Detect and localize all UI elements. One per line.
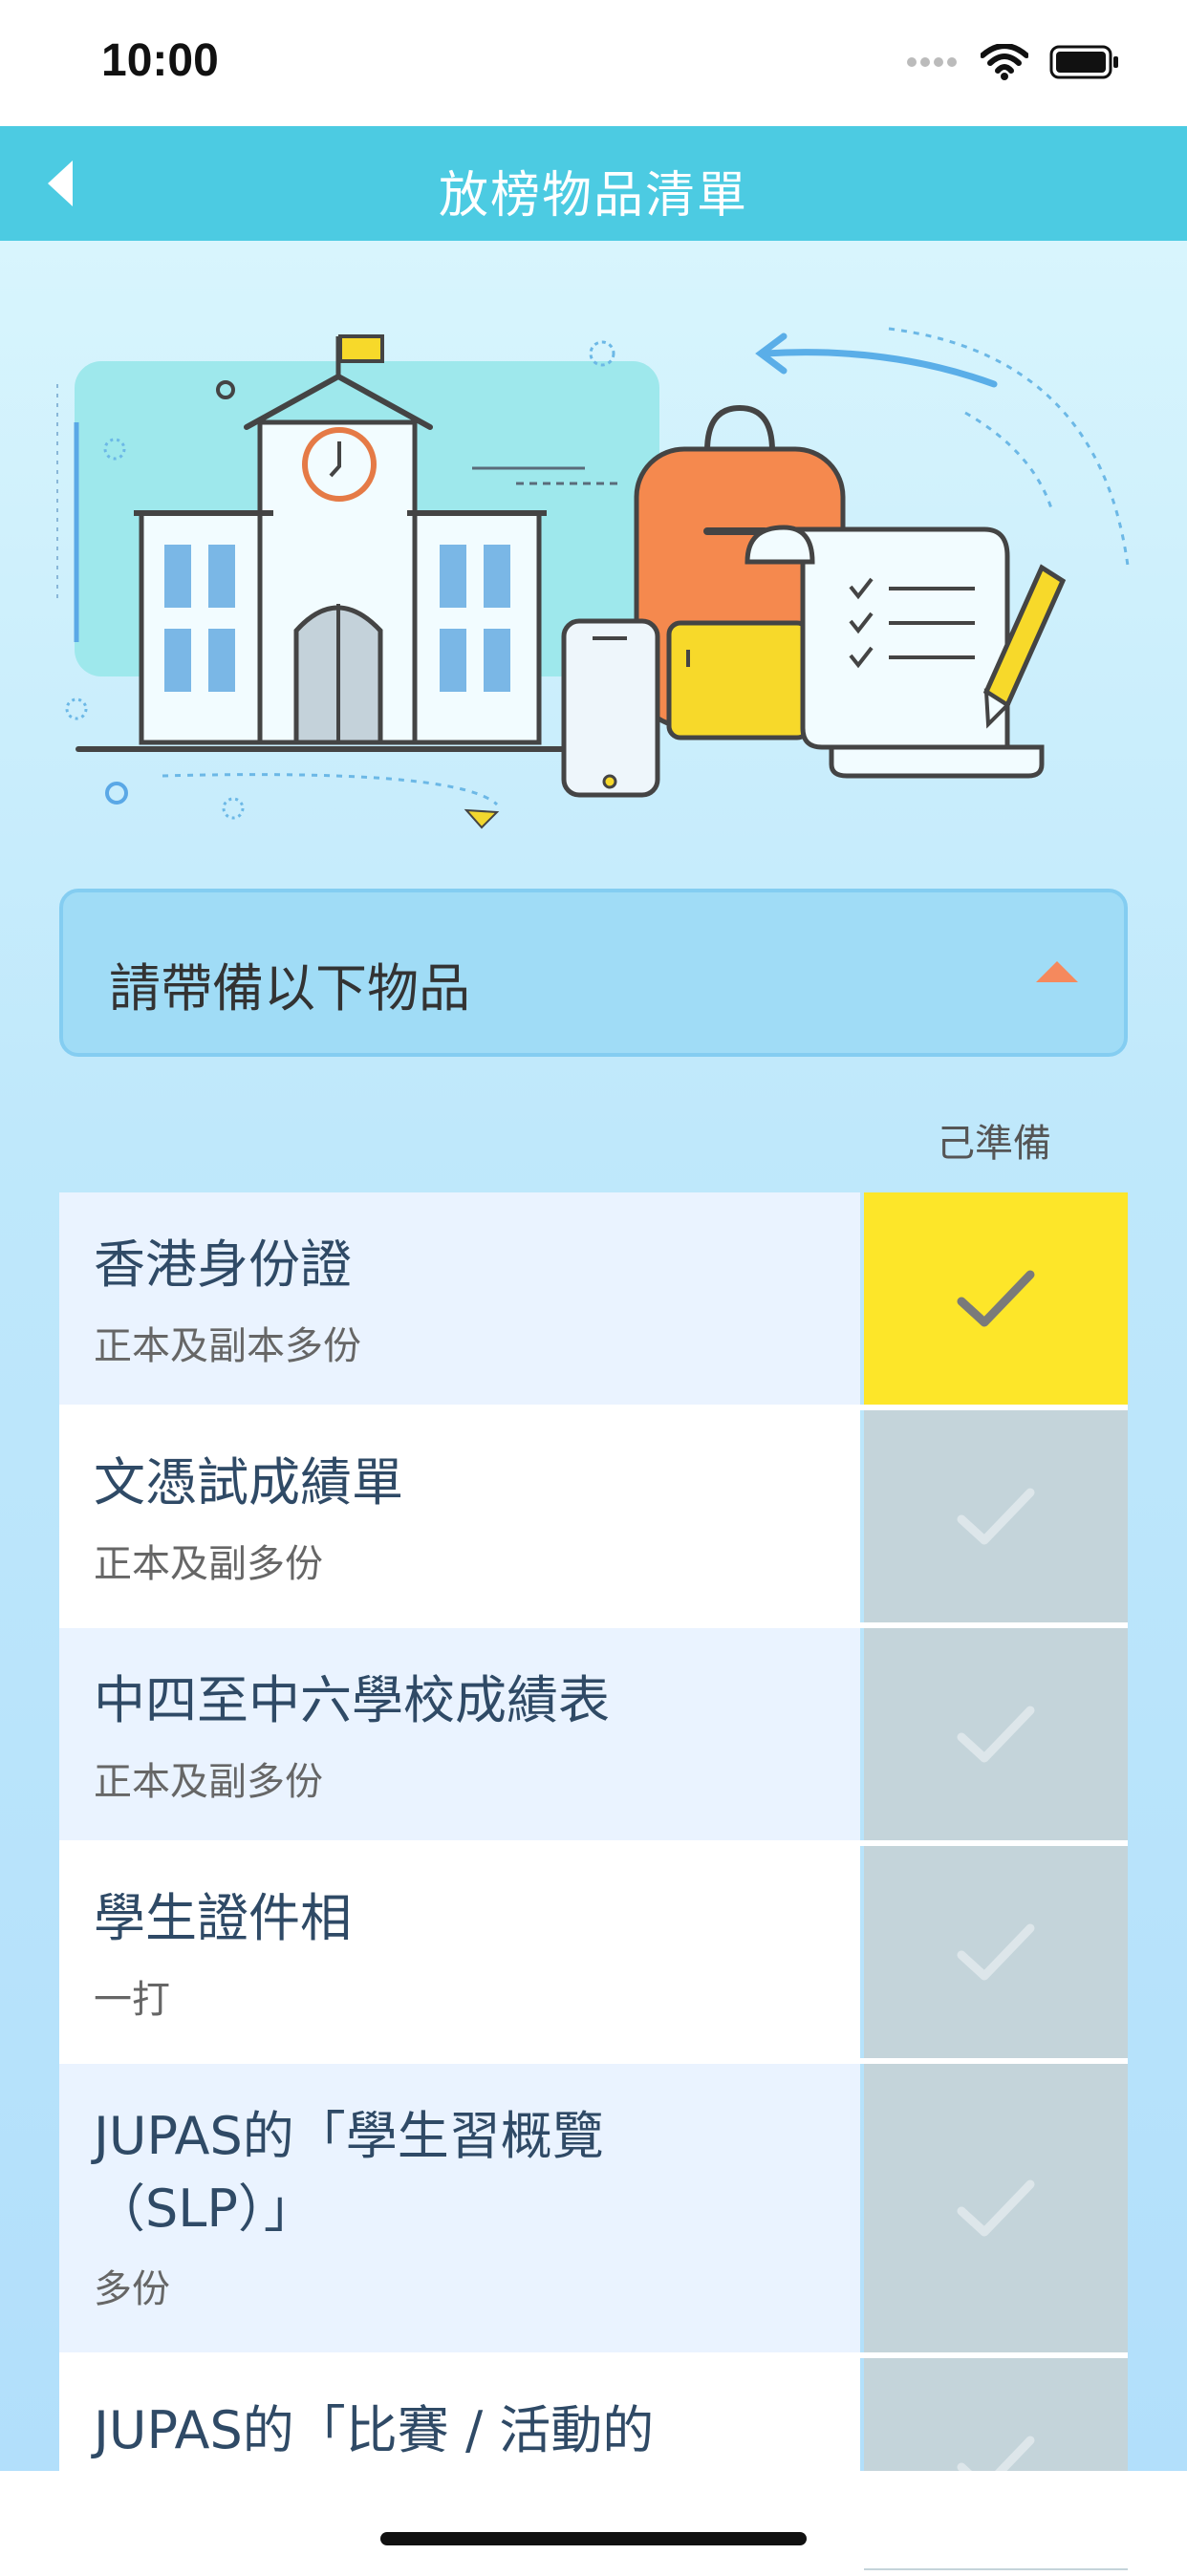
- item-subtitle: 正本及副本多份: [94, 1323, 361, 1368]
- list-item: 文憑試成績單 正本及副多份: [59, 1410, 1128, 1628]
- item-info: 中四至中六學校成績表 正本及副多份: [59, 1628, 860, 1840]
- item-ready-checkbox[interactable]: [864, 2064, 1128, 2352]
- item-subtitle: 正本及副多份: [94, 1759, 323, 1804]
- checkmark-icon: [957, 1270, 1035, 1327]
- item-info: 香港身份證 正本及副本多份: [59, 1192, 860, 1405]
- item-ready-checkbox[interactable]: [864, 1846, 1128, 2058]
- item-title: 中四至中六學校成績表: [94, 1670, 610, 1730]
- item-info: 文憑試成績單 正本及副多份: [59, 1410, 860, 1622]
- signal-icon: [907, 57, 957, 67]
- item-title: JUPAS的「學生習概覽（SLP）」: [94, 2106, 604, 2239]
- item-subtitle: 一打: [94, 1977, 170, 2022]
- nav-bar: 放榜物品清單: [0, 126, 1187, 241]
- list-item: 學生證件相 一打: [59, 1846, 1128, 2064]
- item-ready-checkbox[interactable]: [864, 1628, 1128, 1840]
- home-indicator[interactable]: [380, 2532, 807, 2545]
- checkmark-icon: [957, 1923, 1035, 1981]
- school-supplies-illustration: [56, 327, 1130, 829]
- item-title: 香港身份證: [94, 1234, 352, 1295]
- item-info: 學生證件相 一打: [59, 1846, 860, 2058]
- collapse-caret-icon: [1036, 961, 1078, 982]
- item-subtitle: 正本及副多份: [94, 1541, 323, 1586]
- wifi-icon: [981, 44, 1028, 80]
- list-item: 中四至中六學校成績表 正本及副多份: [59, 1628, 1128, 1846]
- status-time: 10:00: [101, 35, 219, 86]
- items-section-toggle[interactable]: 請帶備以下物品: [59, 889, 1128, 1057]
- checkmark-icon: [957, 1488, 1035, 1545]
- status-bar: 10:00: [0, 0, 1187, 126]
- ready-column-label: 己準備: [937, 1122, 1051, 1166]
- list-item: 香港身份證 正本及副本多份: [59, 1192, 1128, 1410]
- item-info: JUPAS的「學生習概覽（SLP）」 多份: [59, 2064, 860, 2352]
- status-icons: [906, 44, 1120, 80]
- item-ready-checkbox[interactable]: [864, 1192, 1128, 1405]
- checkmark-icon: [957, 2179, 1035, 2237]
- checklist: 香港身份證 正本及副本多份 文憑試成績單 正本及副多份 中四至中六學校成績表 正…: [59, 1192, 1128, 2576]
- item-subtitle: 多份: [94, 2267, 170, 2312]
- bottom-safe-area: [0, 2471, 1187, 2568]
- battery-icon: [1049, 45, 1118, 79]
- item-title: 學生證件相: [94, 1888, 352, 1948]
- section-title: 請帶備以下物品: [109, 958, 470, 1019]
- page-title: 放榜物品清單: [438, 167, 748, 225]
- list-item: JUPAS的「學生習概覽（SLP）」 多份: [59, 2064, 1128, 2358]
- item-title: 文憑試成績單: [94, 1452, 403, 1513]
- item-ready-checkbox[interactable]: [864, 1410, 1128, 1622]
- checkmark-icon: [957, 1706, 1035, 1763]
